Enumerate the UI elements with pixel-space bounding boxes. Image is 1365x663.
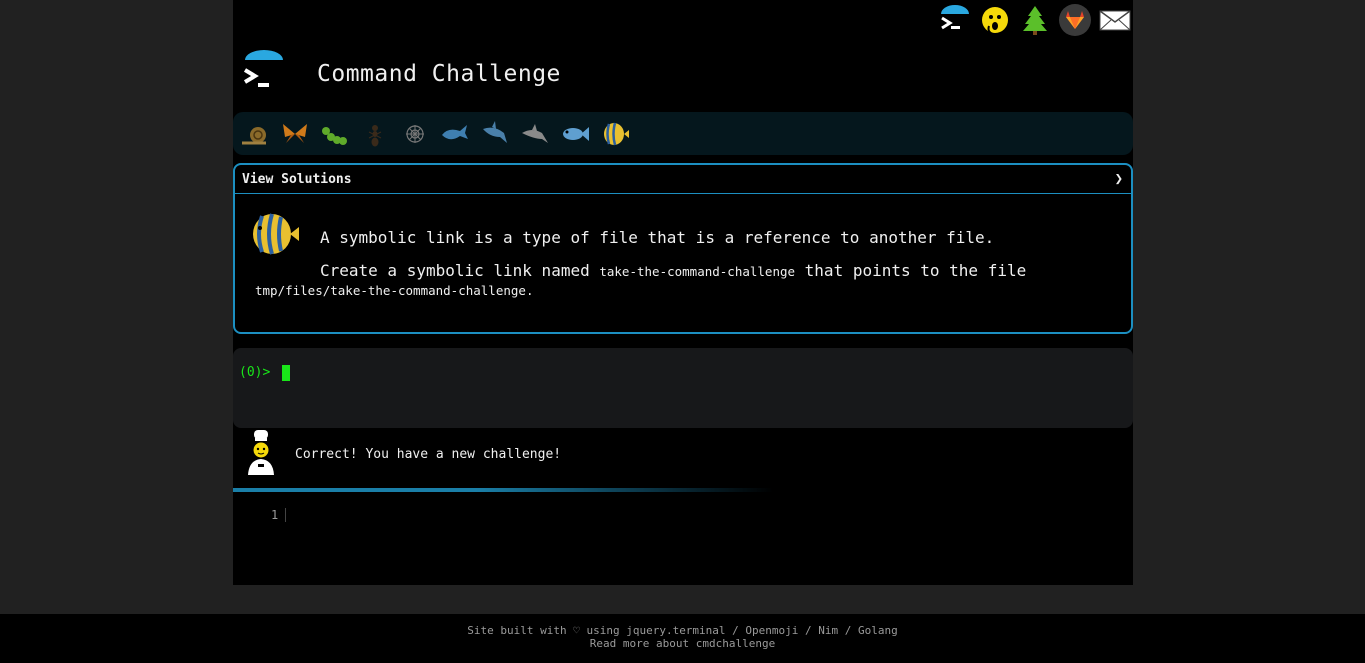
view-solutions-toggle[interactable]: View Solutions ❯ — [235, 165, 1131, 194]
target-suffix: . — [525, 283, 534, 298]
shark-icon[interactable] — [479, 118, 511, 150]
hushed-face-icon[interactable] — [979, 4, 1011, 36]
instruction-suffix: that points to the file — [795, 261, 1027, 280]
cook-avatar-icon — [245, 428, 277, 480]
view-solutions-label: View Solutions — [242, 171, 352, 187]
status-message: Correct! You have a new challenge! — [245, 428, 561, 480]
challenge-box: View Solutions ❯ A symbolic link is a ty… — [233, 163, 1133, 334]
butterfly-icon[interactable] — [279, 118, 311, 150]
footer-about-link[interactable]: Read more about cmdchallenge — [0, 637, 1365, 650]
ant-icon[interactable] — [359, 118, 391, 150]
tree-icon[interactable] — [1019, 4, 1051, 36]
gitlab-icon[interactable] — [1059, 4, 1091, 36]
header: Command Challenge — [241, 50, 561, 98]
chevron-right-icon: ❯ — [1114, 171, 1123, 187]
whale-icon[interactable] — [439, 118, 471, 150]
challenge-instruction: Create a symbolic link named take-the-co… — [320, 261, 1026, 280]
editor-gutter — [285, 508, 286, 522]
line-number: 1 — [271, 508, 279, 522]
snail-icon[interactable] — [239, 118, 271, 150]
terminal-prompt: (0)> — [239, 365, 271, 380]
tropical-fish-icon[interactable] — [599, 118, 631, 150]
fish-icon[interactable] — [559, 118, 591, 150]
code-editor[interactable]: 1 — [233, 500, 1133, 585]
footer: Site built with ♡ using jquery.terminal … — [0, 614, 1365, 663]
challenge-description: A symbolic link is a type of file that i… — [320, 228, 995, 247]
cmdchallenge-logo-icon[interactable] — [939, 4, 971, 36]
target-path-code: tmp/files/take-the-command-challenge — [255, 283, 526, 298]
level-bar — [233, 112, 1133, 155]
page: Command Challenge View Solutions ❯ A sym… — [233, 0, 1133, 585]
terminal-cursor[interactable] — [282, 365, 290, 381]
tropical-fish-icon — [248, 210, 300, 262]
page-title: Command Challenge — [317, 61, 561, 87]
dolphin-icon[interactable] — [519, 118, 551, 150]
spider-web-icon[interactable] — [399, 118, 431, 150]
status-text: Correct! You have a new challenge! — [295, 446, 562, 462]
link-name-code: take-the-command-challenge — [599, 264, 796, 279]
challenge-target: tmp/files/take-the-command-challenge. — [255, 283, 533, 298]
logo-icon[interactable] — [241, 50, 287, 98]
top-icons — [939, 4, 1131, 36]
envelope-icon[interactable] — [1099, 4, 1131, 36]
progress-line — [233, 488, 773, 492]
caterpillar-icon[interactable] — [319, 118, 351, 150]
instruction-prefix: Create a symbolic link named — [320, 261, 600, 280]
terminal[interactable]: (0)> — [233, 348, 1133, 428]
footer-credits: Site built with ♡ using jquery.terminal … — [467, 624, 898, 637]
